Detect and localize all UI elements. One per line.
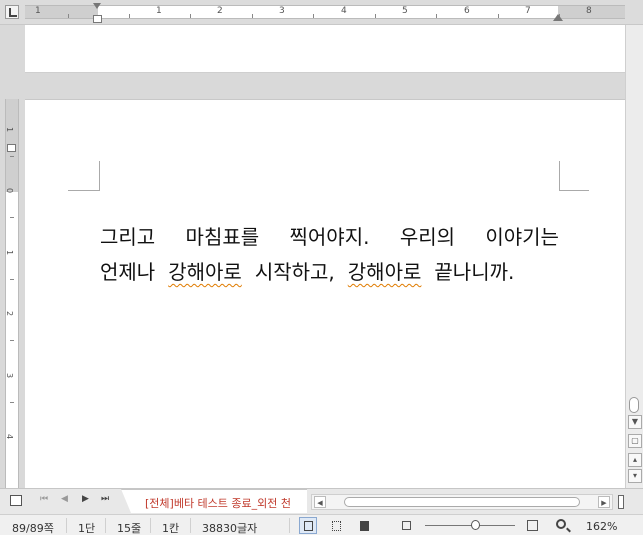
vruler-tick [10,156,14,157]
ruler-tick [190,14,191,18]
ruler-number: 6 [464,6,470,16]
margin-guide [68,190,100,191]
zoom-slider-thumb[interactable] [471,520,480,530]
page-indicator[interactable]: 89/89쪽 [12,520,54,535]
ruler-tick [313,14,314,18]
status-bar: 89/89쪽 1단 15줄 1칸 38830글자 162% [0,514,643,535]
ruler-track[interactable]: 1 1 2 3 4 5 6 7 8 [25,5,625,19]
zoom-search-icon[interactable] [556,519,566,529]
prev-page-icon[interactable]: ▴ [628,453,642,467]
vruler-number: 2 [5,310,15,317]
document-page[interactable]: 그리고 마침표를 찍어야지. 우리의 이야기는 언제나 강해아로 시작하고, 강… [25,99,625,489]
vruler-tick [10,340,14,341]
ruler-number: 5 [402,6,408,16]
char-count[interactable]: 38830글자 [202,520,257,535]
next-page-icon[interactable]: ▶ [82,494,89,504]
first-line-indent-marker[interactable] [93,3,101,9]
next-page-icon[interactable]: ▾ [628,469,642,483]
tab-active-document[interactable]: [전체]베타 테스트 종료_외전 천 [121,489,307,513]
misspelled-word: 강해아로 [168,260,242,284]
ruler-tick [252,14,253,18]
ruler-number: 8 [586,6,592,16]
scroll-left-icon[interactable]: ◀ [314,496,326,508]
document-body[interactable]: 그리고 마침표를 찍어야지. 우리의 이야기는 언제나 강해아로 시작하고, 강… [100,220,559,290]
section-indicator[interactable]: 1단 [78,520,95,535]
divider [190,518,191,533]
page-view-icon[interactable] [299,517,317,534]
word: 마침표를 [185,225,260,249]
vertical-scrollbar[interactable]: ▼ ▢ ▴ ▾ [625,25,643,488]
word: 끝나니까. [434,260,515,284]
word: 언제나 [100,260,156,284]
right-indent-marker[interactable] [553,14,563,21]
divider [289,518,290,533]
ruler-number: 3 [279,6,285,16]
ruler-tick [498,14,499,18]
vruler-tick [10,217,14,218]
vruler-tick [10,402,14,403]
ruler-tick [375,14,376,18]
horizontal-scrollbar[interactable]: ◀ ▶ [311,494,613,510]
last-page-icon[interactable]: ⏭ [101,494,109,504]
split-handle[interactable] [618,495,624,509]
ruler-number: 1 [156,6,162,16]
divider [150,518,151,533]
ruler-tick [129,14,130,18]
first-page-icon[interactable]: ⏮ [40,494,48,504]
width-view-icon[interactable] [327,517,345,534]
zoom-level[interactable]: 162% [586,520,617,533]
word: 시작하고, [254,260,335,284]
scroll-thumb[interactable] [629,397,639,413]
vruler-number: 3 [5,372,15,379]
margin-guide [559,190,589,191]
full-view-icon[interactable] [355,517,373,534]
vruler-number: 4 [5,433,15,440]
tab-label: [전체]베타 테스트 종료_외전 천 [145,497,292,510]
ruler-tick [436,14,437,18]
scroll-down-icon[interactable]: ▼ [628,415,642,429]
prev-page-icon[interactable]: ◀ [61,494,68,504]
scroll-thumb[interactable] [344,497,580,507]
word: 이야기는 [485,225,559,249]
previous-page [25,25,625,73]
vertical-ruler[interactable]: 1 0 1 2 3 4 [5,99,19,489]
document-tab-bar: ⏮ ◀ ▶ ⏭ [전체]베타 테스트 종료_외전 천 ◀ ▶ [0,488,643,514]
vruler-tick [10,279,14,280]
column-indicator[interactable]: 1칸 [162,520,179,535]
zoom-slider[interactable] [425,525,515,526]
word: 그리고 [100,225,156,249]
left-indent-marker[interactable] [93,15,102,23]
margin-guide [99,161,100,191]
vruler-number: 0 [5,187,15,194]
text-line: 그리고 마침표를 찍어야지. 우리의 이야기는 [100,220,559,255]
ruler-number: 1 [35,6,41,16]
divider [66,518,67,533]
misspelled-word: 강해아로 [347,260,422,284]
line-indicator[interactable]: 15줄 [117,520,141,535]
word: 우리의 [399,225,456,249]
margin-guide [559,161,560,191]
ruler-number: 4 [341,6,347,16]
vruler-number: 1 [5,249,15,256]
divider [105,518,106,533]
ruler-number: 2 [217,6,223,16]
horizontal-ruler[interactable]: 1 1 2 3 4 5 6 7 8 [0,0,643,25]
word: 찍어야지. [289,225,370,249]
ruler-number: 7 [525,6,531,16]
ruler-tick [68,14,69,18]
document-icon[interactable] [10,495,22,506]
text-line: 언제나 강해아로 시작하고, 강해아로 끝나니까. [100,255,559,290]
zoom-in-icon[interactable] [527,520,538,531]
zoom-out-icon[interactable] [402,521,411,530]
vruler-number: 1 [5,126,15,133]
scroll-right-icon[interactable]: ▶ [598,496,610,508]
tab-stop-icon[interactable] [5,5,19,19]
vertical-indent-marker[interactable] [7,144,16,152]
select-browse-object-icon[interactable]: ▢ [628,434,642,448]
